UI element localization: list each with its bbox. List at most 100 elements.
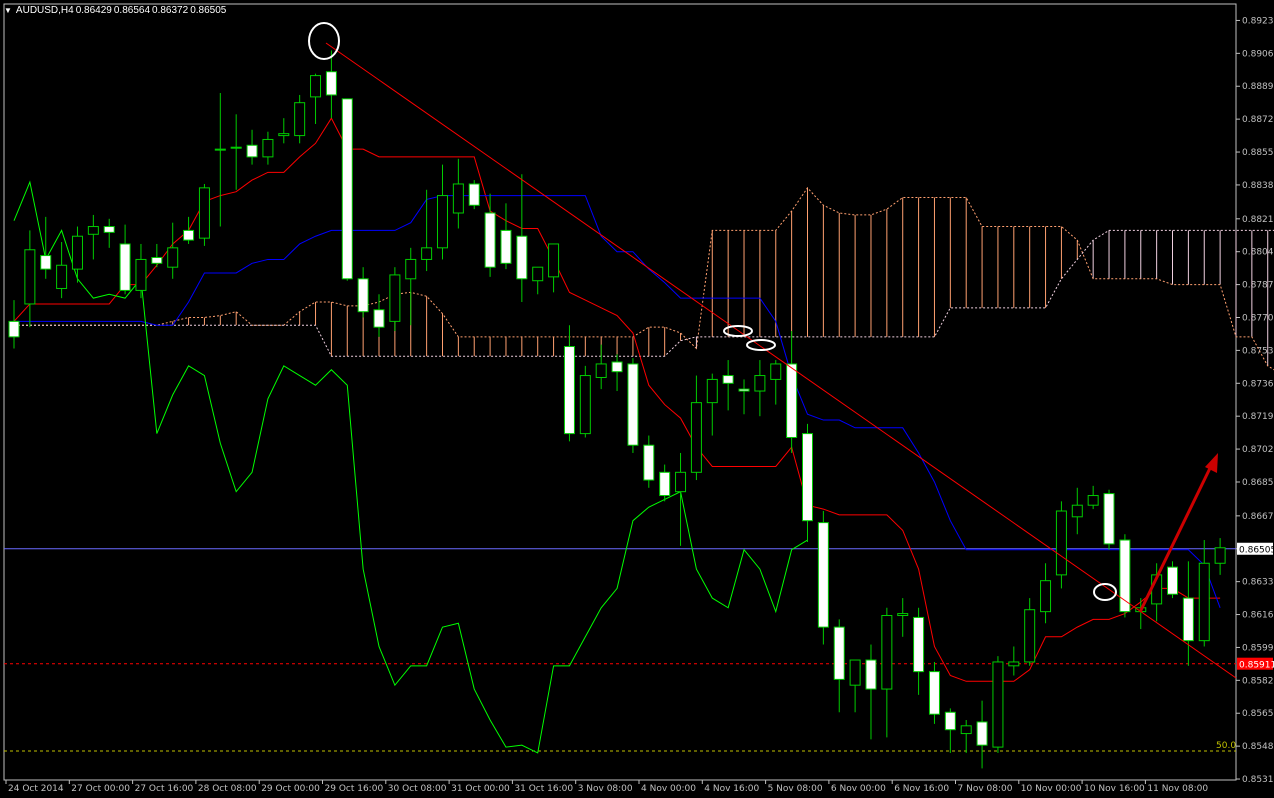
candle-body [278, 133, 290, 137]
candle-body [1198, 562, 1210, 642]
highlight-ellipse[interactable] [746, 339, 776, 351]
candle-body [135, 258, 147, 291]
candle-body [1182, 597, 1194, 642]
y-tick-label: 0.87700 [1242, 313, 1274, 323]
x-tick-label: 31 Oct 16:00 [514, 784, 573, 794]
x-tick-label: 27 Oct 16:00 [135, 784, 194, 794]
candle-body [294, 102, 306, 137]
y-tick-label: 0.85315 [1242, 775, 1274, 785]
y-tick-label: 0.88210 [1242, 215, 1274, 225]
candle-body [817, 522, 829, 628]
x-tick-label: 29 Oct 00:00 [261, 784, 320, 794]
candle-body [341, 98, 353, 280]
y-tick-label: 0.85655 [1242, 709, 1274, 719]
candle-body [310, 75, 322, 98]
x-tick-label: 4 Nov 00:00 [641, 784, 696, 794]
x-tick-label: 4 Nov 16:00 [704, 784, 759, 794]
candle-body [1167, 566, 1179, 595]
y-tick-label: 0.86335 [1242, 578, 1274, 588]
price-chart[interactable]: 0.89235 0.89065 0.88895 0.88725 0.88555 0.883… [0, 0, 1274, 798]
candle-body [675, 471, 687, 493]
y-tick-label: 0.85995 [1242, 643, 1274, 653]
candle-body [532, 266, 544, 282]
candle-body [833, 626, 845, 680]
x-tick-label: 24 Oct 2014 [8, 784, 64, 794]
candle-body [881, 615, 893, 690]
candle-body [1071, 504, 1083, 518]
candle-body [611, 361, 623, 373]
plot-frame [3, 3, 1237, 781]
candle-body [436, 195, 448, 249]
y-tick-label: 0.88725 [1242, 115, 1274, 125]
candle-body [421, 247, 433, 260]
senkou-span-b [14, 229, 1274, 357]
y-tick-label: 0.88040 [1242, 248, 1274, 258]
y-tick-label: 0.87870 [1242, 281, 1274, 291]
candle-body [722, 375, 734, 384]
candle-body [246, 144, 258, 158]
x-tick-label: 10 Nov 00:00 [1021, 784, 1082, 794]
x-tick-label: 28 Oct 08:00 [198, 784, 257, 794]
candle-body [214, 148, 226, 151]
candle-body [944, 711, 956, 731]
x-tick-label: 6 Nov 16:00 [894, 784, 949, 794]
candle-body [1087, 495, 1099, 506]
candle-body [24, 249, 36, 305]
candle-body [548, 243, 560, 278]
candle-body [452, 183, 464, 214]
candle-body [659, 471, 671, 497]
candle-body [1103, 493, 1115, 545]
x-tick-label: 27 Oct 00:00 [71, 784, 130, 794]
candle-body [865, 659, 877, 690]
candle-body [643, 444, 655, 481]
candle-body [1024, 609, 1036, 663]
y-tick-label: 0.88385 [1242, 181, 1274, 191]
bid-price-label: 0.86505 [1239, 546, 1274, 556]
candle-body [516, 235, 528, 280]
candle-body [8, 320, 20, 338]
candle-body [706, 378, 718, 404]
candle-body [1008, 661, 1020, 667]
candle-body [230, 146, 242, 149]
x-tick-label: 30 Oct 08:00 [388, 784, 447, 794]
candle-body [786, 363, 798, 438]
candle-body [960, 725, 972, 735]
candle-body [1055, 510, 1067, 576]
candle-body [627, 363, 639, 446]
highlight-circle[interactable] [308, 22, 340, 60]
candle-body [71, 235, 83, 270]
candle-body [897, 613, 909, 617]
y-tick-label: 0.85825 [1242, 676, 1274, 686]
x-tick-label: 5 Nov 08:00 [768, 784, 823, 794]
candle-body [56, 264, 68, 289]
candle-body [690, 402, 702, 473]
x-tick-label: 29 Oct 16:00 [325, 784, 384, 794]
candle-body [40, 255, 52, 270]
candle-body [119, 243, 131, 291]
candle-body [357, 278, 369, 313]
candle-body [151, 257, 163, 264]
candle-body [405, 258, 417, 280]
candle-body [802, 433, 813, 522]
candle-body [262, 138, 274, 158]
candle-body [992, 661, 1004, 748]
x-tick-label: 3 Nov 08:00 [578, 784, 633, 794]
x-tick-label: 7 Nov 08:00 [958, 784, 1013, 794]
trendline[interactable] [325, 42, 1237, 679]
candle-body [389, 274, 401, 322]
candle-body [468, 183, 480, 206]
candle-body [595, 363, 607, 378]
candle-body [183, 229, 195, 241]
candle-body [770, 363, 782, 380]
tenkan-line [13, 117, 1221, 682]
candle-body [913, 616, 925, 673]
chart-window[interactable]: ▼ AUDUSD,H4 0.86429 0.86564 0.86372 0.86… [0, 0, 1274, 798]
x-tick-label: 10 Nov 16:00 [1084, 784, 1145, 794]
candle-body [500, 229, 512, 264]
y-tick-label: 0.86675 [1242, 512, 1274, 522]
candle-body [1214, 547, 1226, 564]
y-tick-label: 0.86165 [1242, 611, 1274, 621]
candle-body [87, 226, 99, 235]
x-tick-label: 6 Nov 00:00 [831, 784, 886, 794]
candle-body [563, 346, 575, 435]
